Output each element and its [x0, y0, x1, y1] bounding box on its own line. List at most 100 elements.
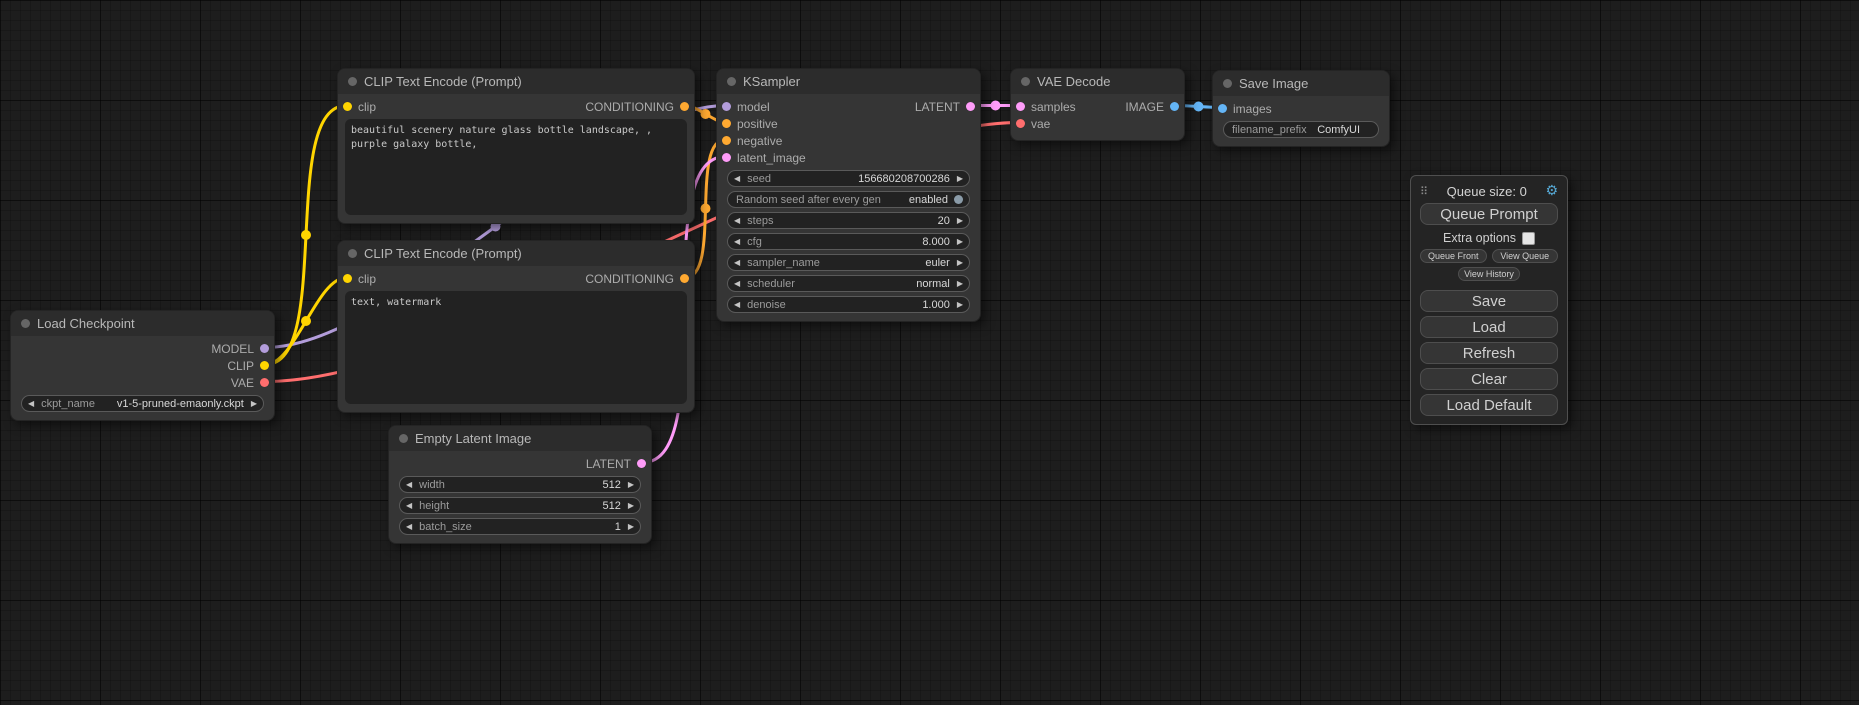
node-titlebar[interactable]: Load Checkpoint: [11, 311, 274, 336]
increment-icon[interactable]: ▶: [957, 217, 963, 225]
input-port-vae[interactable]: [1016, 119, 1025, 128]
node-titlebar[interactable]: VAE Decode: [1011, 69, 1184, 94]
link-midpoint-dot-image: [1194, 102, 1204, 112]
input-port-images[interactable]: [1218, 104, 1227, 113]
graph-canvas[interactable]: Load Checkpoint MODEL CLIP VAE: [0, 0, 1859, 705]
slot-row-positive: positive: [717, 115, 980, 132]
node-titlebar[interactable]: Empty Latent Image: [389, 426, 651, 451]
slot-row-latent: LATENT: [389, 455, 651, 472]
widget-label: Random seed after every gen: [736, 194, 881, 206]
clear-button[interactable]: Clear: [1420, 368, 1558, 390]
input-label-clip: clip: [358, 100, 376, 114]
widget-seed[interactable]: ◀ seed 156680208700286 ▶: [727, 170, 970, 187]
positive-prompt-textarea[interactable]: beautiful scenery nature glass bottle la…: [345, 119, 687, 215]
next-value-icon[interactable]: ▶: [251, 400, 257, 408]
drag-handle-icon[interactable]: ⠿: [1420, 185, 1428, 198]
output-port-latent[interactable]: [966, 102, 975, 111]
increment-icon[interactable]: ▶: [628, 523, 634, 531]
slot-row-images: images: [1213, 100, 1389, 117]
output-port-conditioning[interactable]: [680, 102, 689, 111]
node-title: VAE Decode: [1037, 74, 1110, 89]
view-queue-button[interactable]: View Queue: [1492, 249, 1559, 263]
queue-front-button[interactable]: Queue Front: [1420, 249, 1487, 263]
widget-cfg[interactable]: ◀ cfg 8.000 ▶: [727, 233, 970, 250]
output-port-model[interactable]: [260, 344, 269, 353]
widget-width[interactable]: ◀ width 512 ▶: [399, 476, 641, 493]
widget-filename-prefix[interactable]: filename_prefix ComfyUI: [1223, 121, 1379, 138]
link-midpoint-dot-samples: [991, 101, 1001, 111]
save-button[interactable]: Save: [1420, 290, 1558, 312]
load-default-button[interactable]: Load Default: [1420, 394, 1558, 416]
next-value-icon[interactable]: ▶: [957, 280, 963, 288]
widget-value: ComfyUI: [1317, 124, 1360, 136]
decrement-icon[interactable]: ◀: [734, 217, 740, 225]
decrement-icon[interactable]: ◀: [734, 175, 740, 183]
decrement-icon[interactable]: ◀: [406, 502, 412, 510]
toggle-indicator-icon[interactable]: [954, 195, 963, 204]
widget-ckpt-name[interactable]: ◀ ckpt_name v1-5-pruned-emaonly.ckpt ▶: [21, 395, 264, 412]
load-button[interactable]: Load: [1420, 316, 1558, 338]
node-status-dot-icon[interactable]: [348, 249, 357, 258]
increment-icon[interactable]: ▶: [957, 301, 963, 309]
widget-random-seed-toggle[interactable]: Random seed after every gen enabled: [727, 191, 970, 208]
node-title: Save Image: [1239, 76, 1308, 91]
refresh-button[interactable]: Refresh: [1420, 342, 1558, 364]
input-label-latent-image: latent_image: [737, 151, 806, 165]
output-port-vae[interactable]: [260, 378, 269, 387]
output-port-conditioning[interactable]: [680, 274, 689, 283]
node-load-checkpoint: Load Checkpoint MODEL CLIP VAE: [10, 310, 275, 421]
settings-gear-icon[interactable]: ⚙: [1545, 184, 1558, 198]
extra-options-checkbox[interactable]: [1522, 232, 1535, 245]
prev-value-icon[interactable]: ◀: [734, 259, 740, 267]
decrement-icon[interactable]: ◀: [406, 481, 412, 489]
decrement-icon[interactable]: ◀: [734, 301, 740, 309]
view-history-button[interactable]: View History: [1458, 267, 1520, 281]
increment-icon[interactable]: ▶: [628, 502, 634, 510]
increment-icon[interactable]: ▶: [957, 175, 963, 183]
decrement-icon[interactable]: ◀: [734, 238, 740, 246]
output-port-latent[interactable]: [637, 459, 646, 468]
output-port-clip[interactable]: [260, 361, 269, 370]
input-port-positive[interactable]: [722, 119, 731, 128]
node-titlebar[interactable]: Save Image: [1213, 71, 1389, 96]
widget-sampler-name[interactable]: ◀ sampler_name euler ▶: [727, 254, 970, 271]
input-port-clip[interactable]: [343, 274, 352, 283]
node-status-dot-icon[interactable]: [1223, 79, 1232, 88]
widget-label: sampler_name: [747, 257, 820, 269]
menu-header: ⠿ Queue size: 0 ⚙: [1420, 183, 1558, 199]
widget-value: normal: [916, 278, 950, 290]
node-status-dot-icon[interactable]: [1021, 77, 1030, 86]
slot-row-clip: clip CONDITIONING: [338, 270, 694, 287]
widget-denoise[interactable]: ◀ denoise 1.000 ▶: [727, 296, 970, 313]
node-titlebar[interactable]: KSampler: [717, 69, 980, 94]
widget-steps[interactable]: ◀ steps 20 ▶: [727, 212, 970, 229]
prev-value-icon[interactable]: ◀: [734, 280, 740, 288]
node-status-dot-icon[interactable]: [348, 77, 357, 86]
input-port-clip[interactable]: [343, 102, 352, 111]
node-status-dot-icon[interactable]: [21, 319, 30, 328]
next-value-icon[interactable]: ▶: [957, 259, 963, 267]
negative-prompt-textarea[interactable]: text, watermark: [345, 291, 687, 404]
input-port-negative[interactable]: [722, 136, 731, 145]
increment-icon[interactable]: ▶: [628, 481, 634, 489]
increment-icon[interactable]: ▶: [957, 238, 963, 246]
decrement-icon[interactable]: ◀: [406, 523, 412, 531]
input-port-model[interactable]: [722, 102, 731, 111]
queue-prompt-button[interactable]: Queue Prompt: [1420, 203, 1558, 225]
input-port-samples[interactable]: [1016, 102, 1025, 111]
output-port-image[interactable]: [1170, 102, 1179, 111]
link-clip-negative: [266, 278, 347, 365]
widget-scheduler[interactable]: ◀ scheduler normal ▶: [727, 275, 970, 292]
node-status-dot-icon[interactable]: [399, 434, 408, 443]
widget-batch-size[interactable]: ◀ batch_size 1 ▶: [399, 518, 641, 535]
node-titlebar[interactable]: CLIP Text Encode (Prompt): [338, 69, 694, 94]
widget-label: denoise: [747, 299, 786, 311]
node-titlebar[interactable]: CLIP Text Encode (Prompt): [338, 241, 694, 266]
link-midpoint-dot-clip-negative: [301, 316, 311, 326]
node-ksampler: KSampler model LATENT positive: [716, 68, 981, 322]
prev-value-icon[interactable]: ◀: [28, 400, 34, 408]
node-title: KSampler: [743, 74, 800, 89]
node-status-dot-icon[interactable]: [727, 77, 736, 86]
widget-height[interactable]: ◀ height 512 ▶: [399, 497, 641, 514]
input-port-latent-image[interactable]: [722, 153, 731, 162]
